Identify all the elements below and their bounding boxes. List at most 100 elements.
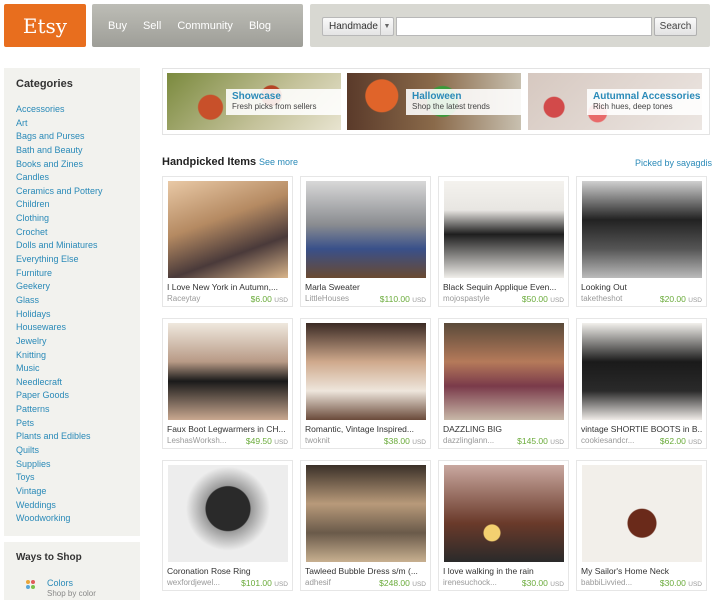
item-seller[interactable]: cookiesandcr... bbox=[581, 436, 641, 445]
item-image[interactable] bbox=[168, 181, 288, 278]
item-card[interactable]: I Love New York in Autumn,... Raceytay $6.… bbox=[162, 176, 293, 307]
item-title[interactable]: vintage SHORTIE BOOTS in B... bbox=[581, 424, 703, 434]
category-link[interactable]: Woodworking bbox=[16, 512, 128, 526]
banner-showcase[interactable]: Showcase Fresh picks from sellers bbox=[167, 73, 341, 130]
picked-by-link[interactable]: Picked by sayagdis bbox=[635, 158, 712, 168]
category-link[interactable]: Patterns bbox=[16, 403, 128, 417]
item-card[interactable]: Romantic, Vintage Inspired... twoknit $38.… bbox=[300, 318, 431, 449]
item-seller[interactable]: adhesif bbox=[305, 578, 365, 587]
item-title[interactable]: Coronation Rose Ring bbox=[167, 566, 289, 576]
item-card[interactable]: vintage SHORTIE BOOTS in B... cookiesandc… bbox=[576, 318, 707, 449]
category-link[interactable]: Holidays bbox=[16, 308, 128, 322]
item-image[interactable] bbox=[306, 181, 426, 278]
category-link[interactable]: Bath and Beauty bbox=[16, 144, 128, 158]
item-seller[interactable]: Raceytay bbox=[167, 294, 227, 303]
item-seller[interactable]: LeshasWorksh... bbox=[167, 436, 227, 445]
nav-community[interactable]: Community bbox=[177, 20, 233, 32]
category-link[interactable]: Crochet bbox=[16, 226, 128, 240]
item-currency: USD bbox=[550, 297, 564, 304]
item-card[interactable]: My Sailor's Home Neck babbiLivvied... $30.… bbox=[576, 460, 707, 591]
item-image[interactable] bbox=[582, 465, 702, 562]
category-link[interactable]: Quilts bbox=[16, 444, 128, 458]
category-link[interactable]: Glass bbox=[16, 294, 128, 308]
category-link[interactable]: Everything Else bbox=[16, 253, 128, 267]
item-seller[interactable]: mojospastyle bbox=[443, 294, 503, 303]
search-input[interactable] bbox=[396, 17, 652, 36]
item-title[interactable]: I love walking in the rain bbox=[443, 566, 565, 576]
item-title[interactable]: Looking Out bbox=[581, 282, 703, 292]
category-link[interactable]: Weddings bbox=[16, 499, 128, 513]
category-link[interactable]: Ceramics and Pottery bbox=[16, 185, 128, 199]
item-card[interactable]: Faux Boot Legwarmers in CH... LeshasWorks… bbox=[162, 318, 293, 449]
item-card[interactable]: Tawleed Bubble Dress s/m (... adhesif $248… bbox=[300, 460, 431, 591]
category-link[interactable]: Children bbox=[16, 198, 128, 212]
item-card[interactable]: Black Sequin Applique Even... mojospastyl… bbox=[438, 176, 569, 307]
item-price-value: $110.00 bbox=[379, 294, 410, 304]
category-link[interactable]: Geekery bbox=[16, 280, 128, 294]
category-link[interactable]: Furniture bbox=[16, 267, 128, 281]
item-card[interactable]: Looking Out taketheshot $20.00 USD bbox=[576, 176, 707, 307]
item-image[interactable] bbox=[168, 465, 288, 562]
item-currency: USD bbox=[688, 581, 702, 588]
banner-halloween[interactable]: Halloween Shop the latest trends bbox=[347, 73, 521, 130]
etsy-logo[interactable]: Etsy bbox=[4, 4, 86, 47]
item-seller[interactable]: taketheshot bbox=[581, 294, 641, 303]
item-card[interactable]: I love walking in the rain irenesuchock..… bbox=[438, 460, 569, 591]
category-link[interactable]: Supplies bbox=[16, 458, 128, 472]
item-price: $62.00 USD bbox=[660, 436, 702, 446]
search-button[interactable]: Search bbox=[654, 17, 697, 36]
category-link[interactable]: Toys bbox=[16, 471, 128, 485]
category-link[interactable]: Plants and Edibles bbox=[16, 430, 128, 444]
category-link[interactable]: Paper Goods bbox=[16, 389, 128, 403]
item-image[interactable] bbox=[444, 465, 564, 562]
item-title[interactable]: Faux Boot Legwarmers in CH... bbox=[167, 424, 289, 434]
banner-autumnal-accessories[interactable]: Autumnal Accessories Rich hues, deep ton… bbox=[528, 73, 702, 130]
item-title[interactable]: Tawleed Bubble Dress s/m (... bbox=[305, 566, 427, 576]
item-title[interactable]: Marla Sweater bbox=[305, 282, 427, 292]
item-title[interactable]: DAZZLING BIG bbox=[443, 424, 565, 434]
item-image[interactable] bbox=[582, 181, 702, 278]
item-card[interactable]: Marla Sweater LittleHouses $110.00 USD bbox=[300, 176, 431, 307]
category-link[interactable]: Clothing bbox=[16, 212, 128, 226]
item-image[interactable] bbox=[168, 323, 288, 420]
category-link[interactable]: Needlecraft bbox=[16, 376, 128, 390]
category-link[interactable]: Knitting bbox=[16, 349, 128, 363]
category-link[interactable]: Jewelry bbox=[16, 335, 128, 349]
category-link[interactable]: Books and Zines bbox=[16, 158, 128, 172]
category-link[interactable]: Candles bbox=[16, 171, 128, 185]
item-seller[interactable]: dazzlinglann... bbox=[443, 436, 503, 445]
item-image[interactable] bbox=[582, 323, 702, 420]
item-title[interactable]: My Sailor's Home Neck bbox=[581, 566, 703, 576]
item-image[interactable] bbox=[444, 323, 564, 420]
item-seller[interactable]: irenesuchock... bbox=[443, 578, 503, 587]
item-image[interactable] bbox=[306, 465, 426, 562]
item-title[interactable]: I Love New York in Autumn,... bbox=[167, 282, 289, 292]
category-link[interactable]: Dolls and Miniatures bbox=[16, 239, 128, 253]
nav-blog[interactable]: Blog bbox=[249, 20, 271, 32]
item-card[interactable]: Coronation Rose Ring wexfordjewel... $101.… bbox=[162, 460, 293, 591]
category-link[interactable]: Music bbox=[16, 362, 128, 376]
category-link[interactable]: Accessories bbox=[16, 103, 128, 117]
item-price-value: $62.00 bbox=[659, 436, 686, 446]
nav-buy[interactable]: Buy bbox=[108, 20, 127, 32]
banner-label: Halloween Shop the latest trends bbox=[406, 89, 521, 115]
see-more-link[interactable]: See more bbox=[259, 157, 298, 167]
item-seller[interactable]: twoknit bbox=[305, 436, 365, 445]
item-image[interactable] bbox=[444, 181, 564, 278]
item-seller[interactable]: babbiLivvied... bbox=[581, 578, 641, 587]
item-title[interactable]: Romantic, Vintage Inspired... bbox=[305, 424, 427, 434]
item-title[interactable]: Black Sequin Applique Even... bbox=[443, 282, 565, 292]
item-image[interactable] bbox=[306, 323, 426, 420]
item-price: $30.00 USD bbox=[522, 578, 564, 588]
category-link[interactable]: Art bbox=[16, 117, 128, 131]
colors-link[interactable]: Colors bbox=[47, 578, 73, 588]
category-link[interactable]: Pets bbox=[16, 417, 128, 431]
category-link[interactable]: Vintage bbox=[16, 485, 128, 499]
item-card[interactable]: DAZZLING BIG dazzlinglann... $145.00 USD bbox=[438, 318, 569, 449]
category-link[interactable]: Housewares bbox=[16, 321, 128, 335]
item-seller[interactable]: wexfordjewel... bbox=[167, 578, 227, 587]
category-link[interactable]: Bags and Purses bbox=[16, 130, 128, 144]
search-category-select[interactable]: Handmade ▼ bbox=[322, 17, 394, 36]
item-seller[interactable]: LittleHouses bbox=[305, 294, 365, 303]
nav-sell[interactable]: Sell bbox=[143, 20, 161, 32]
